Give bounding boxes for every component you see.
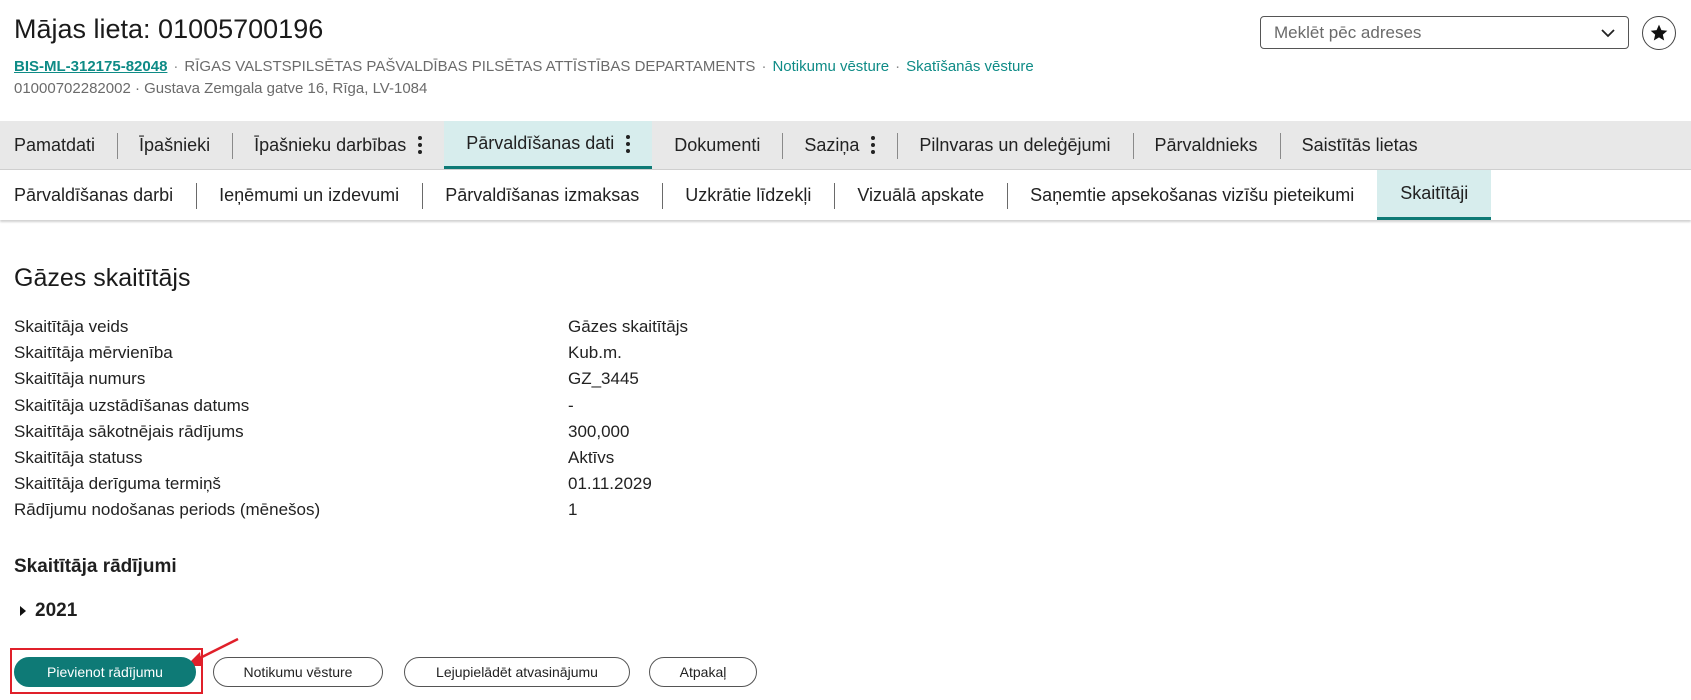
favorite-button[interactable] <box>1642 16 1676 50</box>
more-options-icon[interactable] <box>871 136 876 154</box>
more-options-icon[interactable] <box>418 136 423 154</box>
tab-parvaldisanas-dati[interactable]: Pārvaldīšanas dati <box>444 121 653 169</box>
property-value: Aktīvs <box>568 448 615 468</box>
property-value: 01.11.2029 <box>568 474 652 494</box>
tab-ipasnieku-darbibas[interactable]: Īpašnieku darbības <box>232 121 444 169</box>
property-label: Skaitītāja derīguma termiņš <box>14 474 221 494</box>
property-row: Skaitītāja numurs GZ_3445 <box>14 366 688 392</box>
download-statement-button[interactable]: Lejupielādēt atvasinājumu <box>404 657 630 687</box>
tab-sazina[interactable]: Saziņa <box>782 121 897 169</box>
subtab-ienemumi-izdevumi[interactable]: Ieņēmumi un izdevumi <box>196 170 422 220</box>
main-tabs: Pamatdati Īpašnieki Īpašnieku darbības P… <box>0 121 1691 170</box>
star-icon <box>1650 24 1668 41</box>
back-button[interactable]: Atpakaļ <box>649 657 757 687</box>
address-search-select[interactable]: Meklēt pēc adreses <box>1260 16 1629 49</box>
property-value: 1 <box>568 500 578 520</box>
property-row: Skaitītāja derīguma termiņš 01.11.2029 <box>14 471 688 497</box>
tab-parvaldnieks[interactable]: Pārvaldnieks <box>1132 121 1280 169</box>
tab-pilnvaras[interactable]: Pilnvaras un deleģējumi <box>897 121 1132 169</box>
chevron-down-icon <box>1601 29 1615 38</box>
year-expander[interactable]: 2021 <box>20 600 77 622</box>
property-value: 300,000 <box>568 421 630 441</box>
tab-dokumenti[interactable]: Dokumenti <box>652 121 782 169</box>
year-label: 2021 <box>35 600 78 621</box>
property-value: Gāzes skaitītājs <box>568 317 688 337</box>
property-label: Skaitītāja veids <box>14 317 129 337</box>
case-meta: BIS-ML-312175-82048 · RĪGAS VALSTSPILSĒTAS… <box>14 58 1034 75</box>
property-row: Skaitītāja statuss Aktīvs <box>14 445 688 471</box>
property-label: Skaitītāja uzstādīšanas datums <box>14 395 250 415</box>
property-row: Skaitītāja sākotnējais rādījums 300,000 <box>14 419 688 445</box>
subtab-apsekosanas-pieteikumi[interactable]: Saņemtie apsekošanas vizīšu pieteikumi <box>1007 170 1377 220</box>
view-history-link[interactable]: Skatīšanās vēsture <box>906 58 1034 75</box>
property-value: GZ_3445 <box>568 369 639 389</box>
case-id-link[interactable]: BIS-ML-312175-82048 <box>14 58 167 75</box>
more-options-icon[interactable] <box>626 134 631 153</box>
organization-name: RĪGAS VALSTSPILSĒTAS PAŠVALDĪBAS PILSĒTA… <box>184 58 756 75</box>
tab-saistitas-lietas[interactable]: Saistītās lietas <box>1279 121 1440 169</box>
page-header: Mājas lieta: 01005700196 BIS-ML-312175-8… <box>0 0 1691 120</box>
meter-title: Gāzes skaitītājs <box>14 264 191 292</box>
property-row: Rādījumu nodošanas periods (mēnešos) 1 <box>14 497 688 523</box>
meter-properties: Skaitītāja veids Gāzes skaitītājs Skaitīt… <box>14 314 688 524</box>
subtab-uzkratie-lidzekli[interactable]: Uzkrātie līdzekļi <box>662 170 834 220</box>
add-reading-button[interactable]: Pievienot rādījumu <box>14 657 196 687</box>
subtab-vizuala-apskate[interactable]: Vizuālā apskate <box>834 170 1007 220</box>
subtab-skaititaji[interactable]: Skaitītāji <box>1377 170 1492 220</box>
property-row: Skaitītāja uzstādīšanas datums - <box>14 393 688 419</box>
property-label: Skaitītāja mērvienība <box>14 343 173 363</box>
sub-tabs: Pārvaldīšanas darbi Ieņēmumi un izdevumi… <box>0 170 1691 220</box>
property-value: Kub.m. <box>568 343 622 363</box>
subtab-parvaldisanas-izmaksas[interactable]: Pārvaldīšanas izmaksas <box>422 170 662 220</box>
caret-right-icon <box>20 606 26 616</box>
property-value: - <box>568 395 574 415</box>
property-label: Skaitītāja sākotnējais rādījums <box>14 421 244 441</box>
property-row: Skaitītāja mērvienība Kub.m. <box>14 340 688 366</box>
tab-ipasnieki[interactable]: Īpašnieki <box>117 121 232 169</box>
readings-title: Skaitītāja rādījumi <box>14 556 177 577</box>
tab-pamatdati[interactable]: Pamatdati <box>0 121 117 169</box>
address-search-placeholder: Meklēt pēc adreses <box>1274 22 1422 42</box>
property-label: Skaitītāja numurs <box>14 369 146 389</box>
page-title: Mājas lieta: 01005700196 <box>14 14 324 44</box>
event-history-button[interactable]: Notikumu vēsture <box>213 657 383 687</box>
subtab-parvaldisanas-darbi[interactable]: Pārvaldīšanas darbi <box>0 170 196 220</box>
property-label: Rādījumu nodošanas periods (mēnešos) <box>14 500 321 520</box>
property-label: Skaitītāja statuss <box>14 448 143 468</box>
address-line: 01000702282002 · Gustava Zemgala gatve 1… <box>14 80 428 97</box>
events-history-link[interactable]: Notikumu vēsture <box>772 58 889 75</box>
property-row: Skaitītāja veids Gāzes skaitītājs <box>14 314 688 340</box>
